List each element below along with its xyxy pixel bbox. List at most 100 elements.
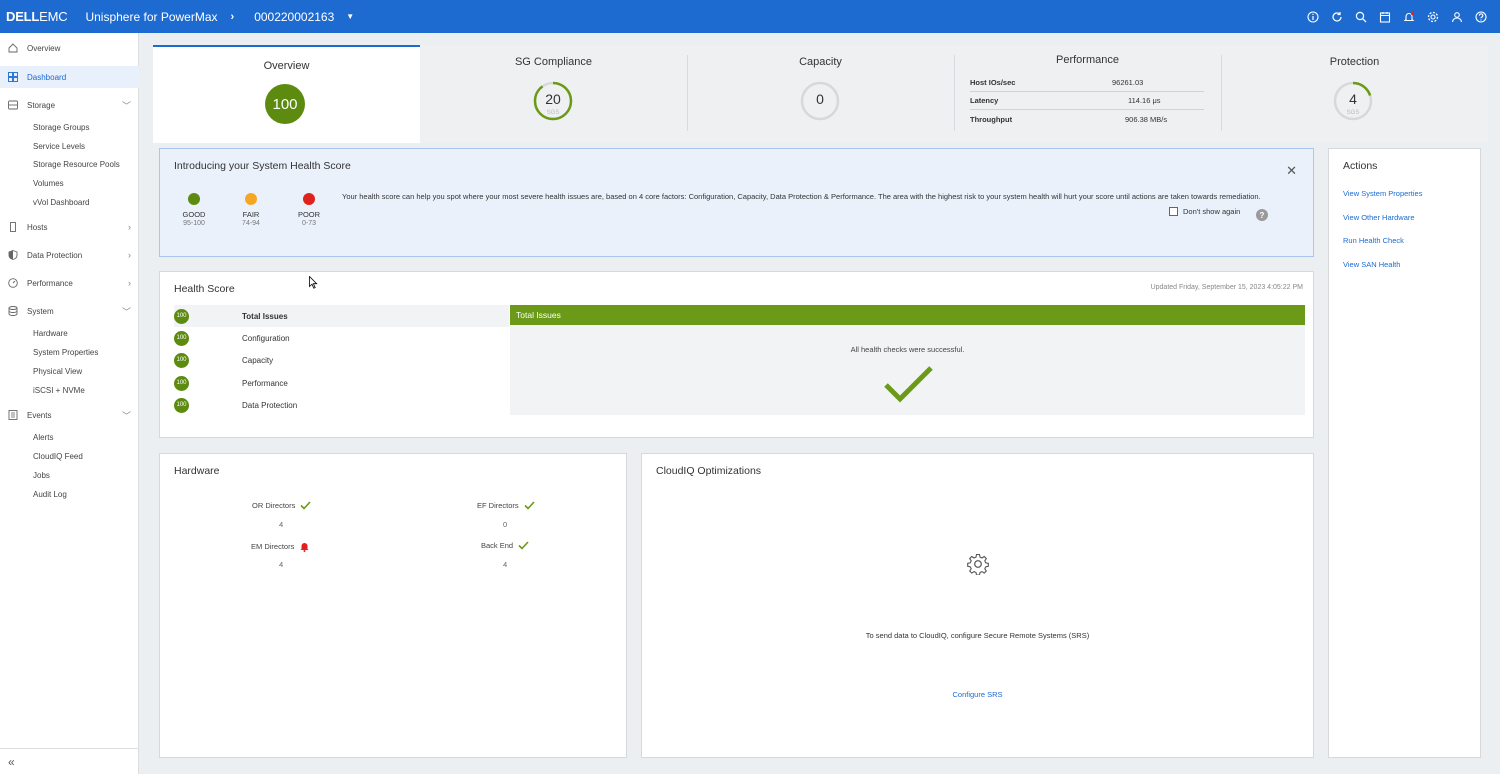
- sidebar-subitem-vvol-dashboard[interactable]: vVol Dashboard: [33, 198, 89, 207]
- sidebar-item-label: Dashboard: [27, 72, 67, 82]
- health-score-intro-banner: Introducing your System Health Score ✕ G…: [159, 148, 1314, 257]
- help-icon[interactable]: [1473, 9, 1488, 24]
- sidebar-item-hosts[interactable]: Hosts ›: [0, 216, 139, 238]
- hw-or-directors[interactable]: OR Directors: [252, 501, 311, 510]
- top-bar: DELLEMC Unisphere for PowerMax › 0002200…: [0, 0, 1500, 33]
- updated-timestamp: Updated Friday, September 15, 2023 4:05:…: [1150, 284, 1303, 291]
- sidebar-subitem-service-levels[interactable]: Service Levels: [33, 142, 85, 151]
- sidebar-subitem-cloudiq-feed[interactable]: CloudIQ Feed: [33, 452, 83, 461]
- sidebar-subitem-volumes[interactable]: Volumes: [33, 179, 64, 188]
- sidebar-item-events[interactable]: Events ﹀: [0, 404, 139, 426]
- sidebar-item-overview[interactable]: Overview: [0, 37, 139, 59]
- health-row-performance[interactable]: 100 Performance: [174, 372, 509, 394]
- dont-show-checkbox[interactable]: [1169, 207, 1178, 216]
- cloudiq-title: CloudIQ Optimizations: [656, 465, 762, 477]
- sidebar-item-label: Storage: [27, 100, 56, 110]
- perf-value: 114.16 μs: [1128, 96, 1161, 105]
- run-health-check-link[interactable]: Run Health Check: [1343, 236, 1404, 245]
- hw-em-directors[interactable]: EM Directors: [251, 541, 310, 552]
- sidebar-subitem-alerts[interactable]: Alerts: [33, 433, 53, 442]
- user-icon[interactable]: [1449, 9, 1464, 24]
- tile-capacity[interactable]: Capacity 0: [687, 45, 955, 143]
- view-other-hardware-link[interactable]: View Other Hardware: [1343, 213, 1415, 222]
- close-icon[interactable]: ✕: [1286, 163, 1297, 179]
- tile-title: Protection: [1329, 56, 1380, 68]
- health-row-total-issues[interactable]: 100 Total Issues: [174, 305, 509, 327]
- tile-overview[interactable]: Overview 100: [153, 45, 420, 143]
- health-score-badge: 100: [174, 308, 189, 324]
- sidebar-item-label: Performance: [27, 278, 73, 288]
- caret-down-icon[interactable]: ▼: [346, 12, 354, 21]
- system-id[interactable]: 000220002163: [254, 10, 334, 24]
- sidebar-subitem-audit-log[interactable]: Audit Log: [33, 490, 67, 499]
- sidebar-subitem-jobs[interactable]: Jobs: [33, 471, 50, 480]
- health-row-capacity[interactable]: 100 Capacity: [174, 349, 509, 371]
- sg-compliance-unit: SGS: [546, 110, 560, 116]
- alert-bell-icon: [300, 543, 309, 552]
- health-row-label: Total Issues: [242, 311, 288, 321]
- tile-protection[interactable]: Protection 4 SGS: [1221, 45, 1488, 143]
- chevron-right-icon[interactable]: ›: [128, 250, 131, 260]
- intro-title: Introducing your System Health Score: [174, 160, 351, 172]
- health-score-badge: 100: [174, 375, 189, 391]
- sidebar-subitem-system-properties[interactable]: System Properties: [33, 348, 98, 357]
- intro-description: Your health score can help you spot wher…: [342, 192, 1261, 201]
- sidebar-subitem-storage-resource-pools[interactable]: Storage Resource Pools: [33, 160, 120, 169]
- protection-unit: SGS: [1346, 110, 1360, 116]
- dont-show-label: Don't show again: [1183, 207, 1241, 216]
- sidebar-item-performance[interactable]: Performance ›: [0, 272, 139, 294]
- sidebar-subitem-iscsi-nvme[interactable]: iSCSI + NVMe: [33, 386, 85, 395]
- sidebar-subitem-physical-view[interactable]: Physical View: [33, 367, 82, 376]
- chevron-right-icon: ›: [230, 10, 235, 23]
- sidebar-subitem-storage-groups[interactable]: Storage Groups: [33, 123, 89, 132]
- health-score-badge: 100: [174, 330, 189, 346]
- info-icon[interactable]: [1305, 9, 1320, 24]
- hw-ef-directors[interactable]: EF Directors: [477, 501, 535, 510]
- sidebar-item-dashboard[interactable]: Dashboard: [0, 66, 139, 88]
- sidebar-item-storage[interactable]: Storage ﹀: [0, 94, 139, 116]
- search-icon[interactable]: [1353, 9, 1368, 24]
- chevron-down-icon[interactable]: ﹀: [122, 99, 131, 112]
- sidebar-item-label: Events: [27, 410, 52, 420]
- hw-label: EF Directors: [477, 501, 519, 510]
- view-san-health-link[interactable]: View SAN Health: [1343, 260, 1400, 269]
- sidebar-item-label: Hosts: [27, 222, 48, 232]
- configure-srs-link[interactable]: Configure SRS: [642, 690, 1313, 699]
- gear-icon[interactable]: [1425, 9, 1440, 24]
- help-icon[interactable]: ?: [1256, 209, 1268, 221]
- sidebar-item-data-protection[interactable]: Data Protection ›: [0, 244, 139, 266]
- actions-title: Actions: [1343, 160, 1378, 172]
- legend-fair-dot: [245, 193, 257, 205]
- view-system-properties-link[interactable]: View System Properties: [1343, 189, 1422, 198]
- chevron-right-icon[interactable]: ›: [128, 278, 131, 288]
- dont-show-again[interactable]: Don't show again: [1169, 207, 1240, 216]
- bell-icon[interactable]: [1401, 9, 1416, 24]
- overview-score-badge: 100: [265, 84, 305, 124]
- health-score-badge: 100: [174, 352, 189, 368]
- tile-title: Capacity: [799, 56, 842, 68]
- health-row-label: Capacity: [242, 355, 274, 365]
- sidebar-item-system[interactable]: System ﹀: [0, 300, 139, 322]
- legend-poor-label: POOR: [297, 210, 321, 219]
- refresh-icon[interactable]: [1329, 9, 1344, 24]
- health-row-configuration[interactable]: 100 Configuration: [174, 327, 509, 349]
- health-row-data-protection[interactable]: 100 Data Protection: [174, 394, 509, 416]
- tile-performance[interactable]: Performance Host IOs/sec 96261.03 Latenc…: [954, 45, 1222, 143]
- perf-row-latency: Latency 114.16 μs: [970, 92, 1204, 110]
- chevron-right-icon[interactable]: ›: [128, 222, 131, 232]
- hw-back-end-value: 4: [503, 560, 508, 569]
- ok-check-icon: [524, 501, 535, 510]
- chevron-down-icon[interactable]: ﹀: [122, 305, 131, 318]
- tile-title: SG Compliance: [514, 56, 593, 68]
- collapse-sidebar-icon[interactable]: «: [8, 755, 15, 769]
- dell-emc-logo[interactable]: DELLEMC: [6, 9, 68, 24]
- calendar-icon[interactable]: [1377, 9, 1392, 24]
- hw-back-end[interactable]: Back End: [481, 541, 529, 550]
- sidebar-subitem-hardware[interactable]: Hardware: [33, 329, 68, 338]
- host-icon: [8, 222, 18, 232]
- health-score-title: Health Score: [174, 283, 235, 295]
- chevron-down-icon[interactable]: ﹀: [122, 409, 131, 422]
- hardware-title: Hardware: [174, 465, 220, 477]
- tile-sg-compliance[interactable]: SG Compliance 20 SGS: [420, 45, 688, 143]
- summary-tiles: Overview 100 SG Compliance 20 SGS Capaci…: [153, 45, 1488, 143]
